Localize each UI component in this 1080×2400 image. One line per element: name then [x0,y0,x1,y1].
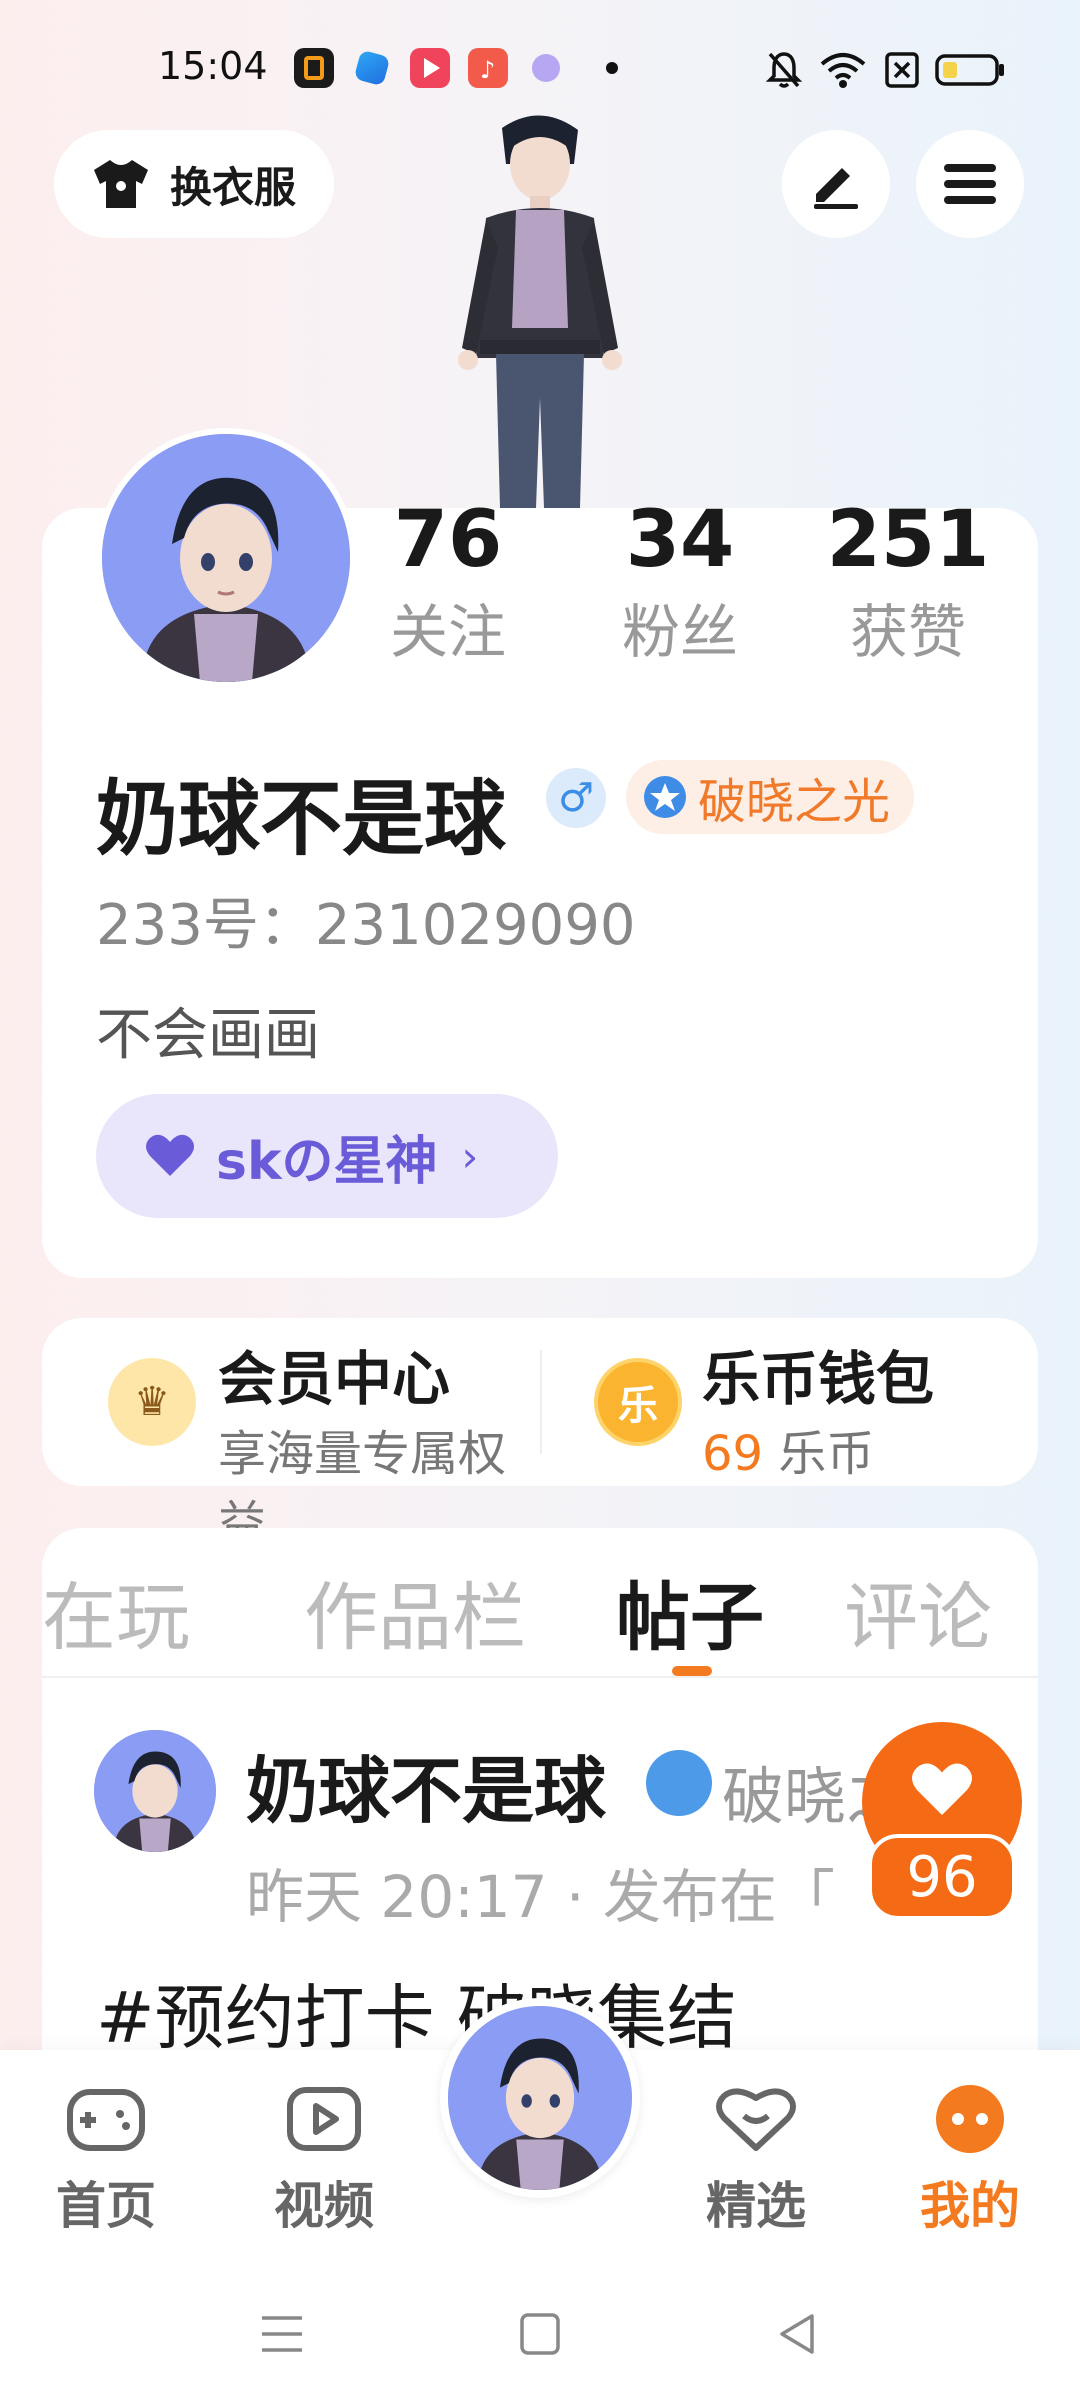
stat-following[interactable]: 76 关注 [358,490,538,672]
account-id: 233号：231029090 [96,893,636,958]
nav-me-label: 我的 [920,2177,1020,2235]
heart-chat-icon [716,2088,796,2151]
avatar-image [94,1730,216,1852]
nav-home[interactable]: 首页 [36,2084,176,2238]
status-time: 15:04 [158,44,268,88]
wallet-balance: 69 乐币 [702,1414,874,1484]
group-name: skの星神 [216,1131,438,1192]
nav-video-label: 视频 [274,2177,374,2235]
float-like-button[interactable]: 96 [862,1722,1022,1922]
avatar-figure[interactable] [440,108,640,508]
app-notification-icon: ♪ [468,48,508,88]
star-badge-icon [646,1750,712,1816]
stat-likes-label: 获赞 [849,598,966,666]
wardrobe-label: 换衣服 [170,162,297,212]
app-notification-icon [532,54,560,82]
coin-icon: 乐 [594,1358,682,1446]
post-title[interactable]: #预约打卡 破晓集结 [96,1962,737,2063]
back-icon[interactable] [772,2310,824,2358]
tab-works[interactable]: 作品栏 [304,1558,526,1665]
me-icon [936,2085,1004,2153]
stat-following-label: 关注 [389,598,506,666]
app-notification-icon [353,49,391,87]
services-card: ♛ 会员中心 享海量专属权益 乐 乐币钱包 69 乐币 [42,1318,1038,1552]
wallet[interactable]: 乐 乐币钱包 69 乐币 [542,1318,1038,1486]
post-author-name[interactable]: 奶球不是球 [246,1732,606,1837]
nav-center-avatar[interactable] [440,1998,640,2198]
wallet-title: 乐币钱包 [702,1345,935,1413]
bell-muted-icon [766,52,802,88]
like-count: 96 [868,1834,1016,1920]
stat-fans-count: 34 [625,495,735,585]
tab-playing[interactable]: 正在玩 [42,1558,190,1665]
stat-following-count: 76 [393,495,503,585]
home-icon[interactable] [514,2310,566,2358]
tab-indicator [672,1666,712,1676]
profile-bio: 不会画画 [96,1003,320,1068]
recent-apps-icon[interactable] [256,2310,308,2358]
tab-bar: 正在玩 作品栏 帖子 评论 [42,1528,1038,1678]
chevron-right-icon: › [461,1131,479,1181]
post-meta: 昨天 20:17 · 发布在「 [246,1863,835,1931]
gamepad-icon [67,2089,145,2151]
system-nav-bar [0,2270,1080,2400]
wallet-amount: 69 [702,1426,764,1482]
wifi-icon [820,53,866,88]
nav-home-label: 首页 [56,2177,156,2235]
heart-icon [912,1763,972,1815]
title-badge[interactable]: 破晓之光 [626,760,915,834]
sim-icon [885,52,919,88]
stat-fans[interactable]: 34 粉丝 [590,490,770,672]
nav-me[interactable]: 我的 [900,2084,1040,2238]
app-notification-icon [294,48,334,88]
wallet-unit: 乐币 [778,1426,875,1482]
avatar-image [102,434,350,682]
member-center-title: 会员中心 [218,1345,451,1413]
stat-likes[interactable]: 251 获赞 [818,490,998,672]
hamburger-icon [944,164,996,204]
nav-video[interactable]: 视频 [254,2084,394,2238]
username: 奶球不是球 [96,772,507,867]
edit-button[interactable] [782,130,890,238]
crown-icon: ♛ [108,1358,196,1446]
heart-icon [146,1134,194,1176]
title-badge-label: 破晓之光 [698,774,891,830]
nav-featured-label: 精选 [706,2177,806,2235]
video-icon [287,2087,361,2151]
male-icon: ♂ [546,768,606,828]
avatar-image [448,2006,632,2190]
tab-posts[interactable]: 帖子 [616,1558,764,1665]
pen-icon [814,168,858,209]
menu-button[interactable] [916,130,1024,238]
stat-fans-label: 粉丝 [621,598,738,666]
app-notification-icon [410,48,450,88]
post-author-avatar[interactable] [94,1730,216,1852]
tshirt-icon [94,160,148,208]
dot-icon [606,62,618,74]
nav-featured[interactable]: 精选 [686,2084,826,2238]
wardrobe-button[interactable]: 换衣服 [54,130,334,238]
stat-likes-count: 251 [826,495,990,585]
profile-avatar[interactable] [96,428,356,688]
battery-icon [935,54,1004,86]
star-badge-icon [644,776,686,818]
group-button[interactable]: skの星神 › [96,1094,558,1218]
tab-comments[interactable]: 评论 [844,1558,992,1665]
member-center[interactable]: ♛ 会员中心 享海量专属权益 [42,1318,540,1552]
